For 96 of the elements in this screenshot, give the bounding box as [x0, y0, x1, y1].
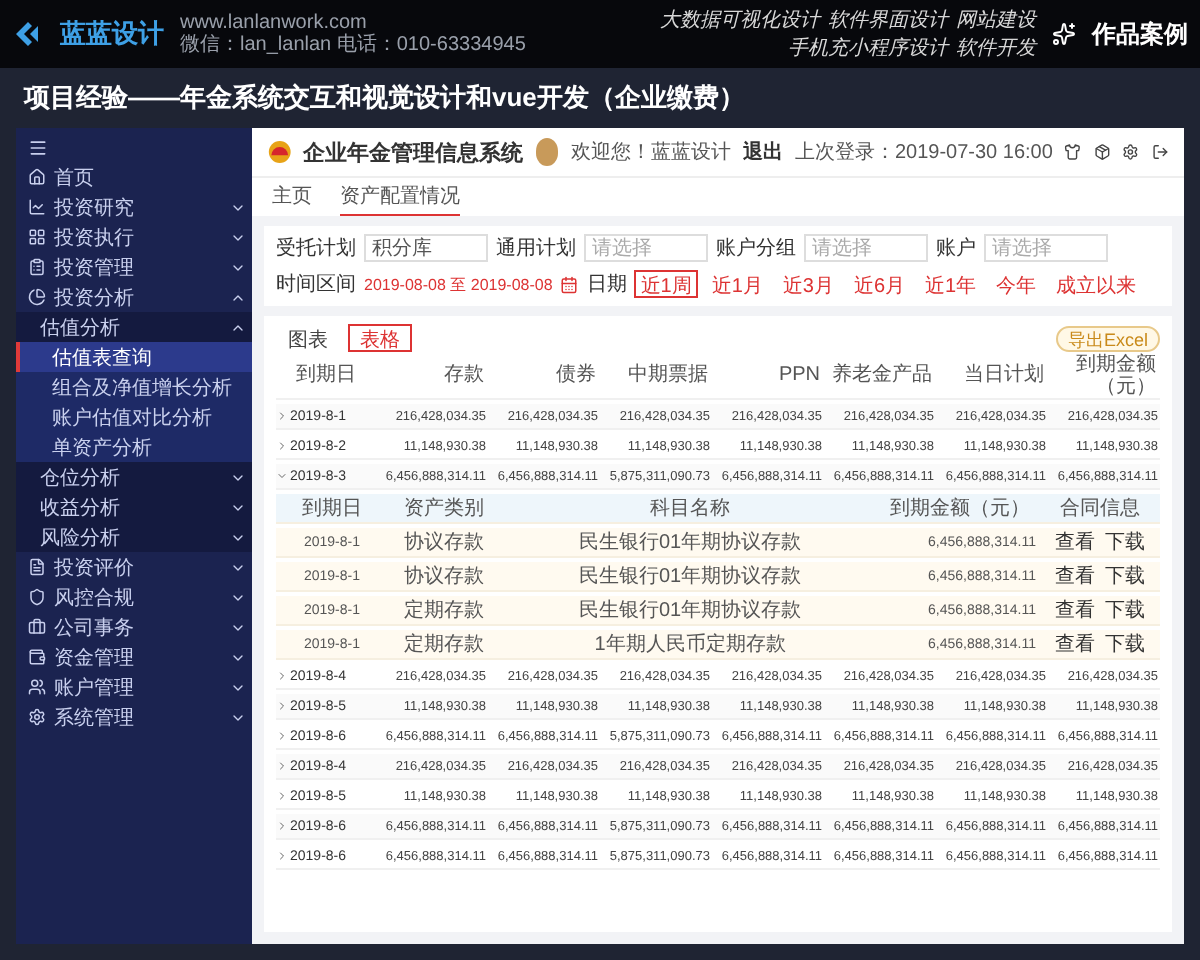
logo-icon [12, 20, 44, 48]
logout-icon[interactable] [1151, 142, 1168, 162]
calendar-icon[interactable] [560, 275, 579, 293]
action-link[interactable]: 查看 [1055, 630, 1095, 658]
nav-link[interactable]: 软件界面设计 [828, 6, 948, 34]
clipboard-icon [28, 258, 46, 276]
range-option[interactable]: 近1周 [634, 270, 698, 298]
table-cell-text: 民生银行01年期协议存款 [576, 597, 804, 624]
field-label: 账户分组 [716, 235, 796, 262]
sparkle-icon [1052, 22, 1076, 46]
column-header: 合同信息 [1058, 495, 1142, 522]
sidebar-item[interactable]: 收益分析 [16, 492, 252, 522]
avatar [535, 138, 559, 166]
sidebar-item[interactable]: 风险分析 [16, 522, 252, 552]
column-header: 养老金产品 [830, 366, 934, 388]
table-cell-text: 协议存款 [402, 563, 486, 590]
line-chart-icon [28, 198, 46, 216]
caret-icon[interactable] [276, 760, 288, 772]
column-header: 中期票据 [626, 366, 710, 388]
action-link[interactable]: 下载 [1105, 630, 1145, 658]
settings-icon [28, 708, 46, 726]
nav-link[interactable]: 软件开发 [956, 34, 1036, 62]
sidebar-item[interactable]: 组合及净值增长分析 [16, 372, 252, 402]
greeting: 欢迎您！蓝蓝设计 [570, 139, 731, 166]
page-tab[interactable]: 主页 [272, 178, 312, 216]
shirt-icon[interactable] [1064, 142, 1082, 162]
users-icon [28, 678, 46, 696]
date-range[interactable]: 2019-08-08 至 2019-08-08 [364, 273, 553, 295]
column-header: 资产类别 [402, 495, 486, 522]
home-icon [28, 168, 46, 186]
document-icon [28, 558, 46, 576]
column-header: 到期日 [294, 366, 358, 388]
table-cell-text: 民生银行01年期协议存款 [576, 563, 804, 590]
last-login: 上次登录：2019-07-30 16:00 [794, 139, 1053, 166]
column-header: 存款 [442, 366, 486, 388]
select-field[interactable]: 请选择 [804, 234, 928, 262]
sidebar-item[interactable]: 估值分析 [16, 312, 252, 342]
caret-icon[interactable] [276, 820, 288, 832]
pie-chart-icon [28, 288, 46, 306]
box-icon[interactable] [1093, 142, 1111, 162]
sidebar-item[interactable]: 账户估值对比分析 [16, 402, 252, 432]
field-label: 通用计划 [496, 235, 576, 262]
column-header: 科目名称 [648, 495, 732, 522]
caret-icon[interactable] [276, 670, 288, 682]
action-link[interactable]: 下载 [1105, 528, 1145, 556]
select-field[interactable]: 请选择 [984, 234, 1108, 262]
cases-label: 作品案例 [1092, 17, 1188, 51]
shield-icon [28, 588, 46, 606]
caret-icon[interactable] [276, 730, 288, 742]
table-cell-text: 定期存款 [402, 631, 486, 658]
nav-link[interactable]: 大数据可视化设计 [660, 6, 820, 34]
nav-link[interactable]: 手机充小程序设计 [788, 34, 948, 62]
column-header: PPN [776, 366, 822, 388]
caret-icon[interactable] [276, 700, 288, 712]
table-cell-text: 定期存款 [402, 597, 486, 624]
action-link[interactable]: 查看 [1055, 596, 1095, 624]
field-label: 账户 [936, 235, 976, 262]
caret-icon[interactable] [276, 470, 288, 482]
caret-icon[interactable] [276, 410, 288, 422]
caret-icon[interactable] [276, 440, 288, 452]
sidebar-item[interactable]: 单资产分析 [16, 432, 252, 462]
column-header: 到期金额（元） [888, 495, 1032, 522]
column-header: 到期日 [300, 495, 364, 522]
settings-icon[interactable] [1122, 142, 1140, 162]
action-link[interactable]: 查看 [1055, 562, 1095, 590]
sidebar-item[interactable]: 估值表查询 [16, 342, 252, 372]
view-tab[interactable]: 表格 [348, 324, 412, 352]
column-header: 当日计划 [962, 366, 1046, 388]
nav-link[interactable]: 网站建设 [956, 6, 1036, 34]
page-title: 项目经验——年金系统交互和视觉设计和vue开发（企业缴费） [21, 80, 747, 116]
website-url: www.lanlanwork.com [180, 12, 367, 34]
action-link[interactable]: 下载 [1105, 596, 1145, 624]
table-cell-text: 协议存款 [402, 529, 486, 556]
field-label: 时间区间 [276, 271, 356, 298]
logo-text: 蓝蓝设计 [60, 16, 164, 52]
page-tab[interactable]: 资产配置情况 [340, 178, 460, 216]
system-name: 企业年金管理信息系统 [303, 139, 524, 167]
logout-link[interactable]: 退出 [742, 138, 783, 166]
sidebar-item[interactable]: 仓位分析 [16, 462, 252, 492]
select-field[interactable]: 积分库 [364, 234, 488, 262]
select-field[interactable]: 请选择 [584, 234, 708, 262]
table-cell-text: 1年期人民币定期存款 [592, 631, 788, 658]
action-link[interactable]: 下载 [1105, 562, 1145, 590]
column-header: 到期金额（元） [1074, 356, 1158, 398]
field-label: 受托计划 [276, 235, 356, 262]
grid-icon [28, 228, 46, 246]
table-cell-text: 民生银行01年期协议存款 [576, 529, 804, 556]
company-logo-icon [268, 138, 292, 166]
briefcase-icon [28, 618, 46, 636]
wallet-icon [28, 648, 46, 666]
column-header: 债券 [554, 366, 598, 388]
caret-icon[interactable] [276, 790, 288, 802]
field-label: 日期 [586, 271, 627, 298]
caret-icon[interactable] [276, 850, 288, 862]
contact-info: 微信：lan_lanlan 电话：010-63334945 [180, 34, 526, 56]
action-link[interactable]: 查看 [1055, 528, 1095, 556]
